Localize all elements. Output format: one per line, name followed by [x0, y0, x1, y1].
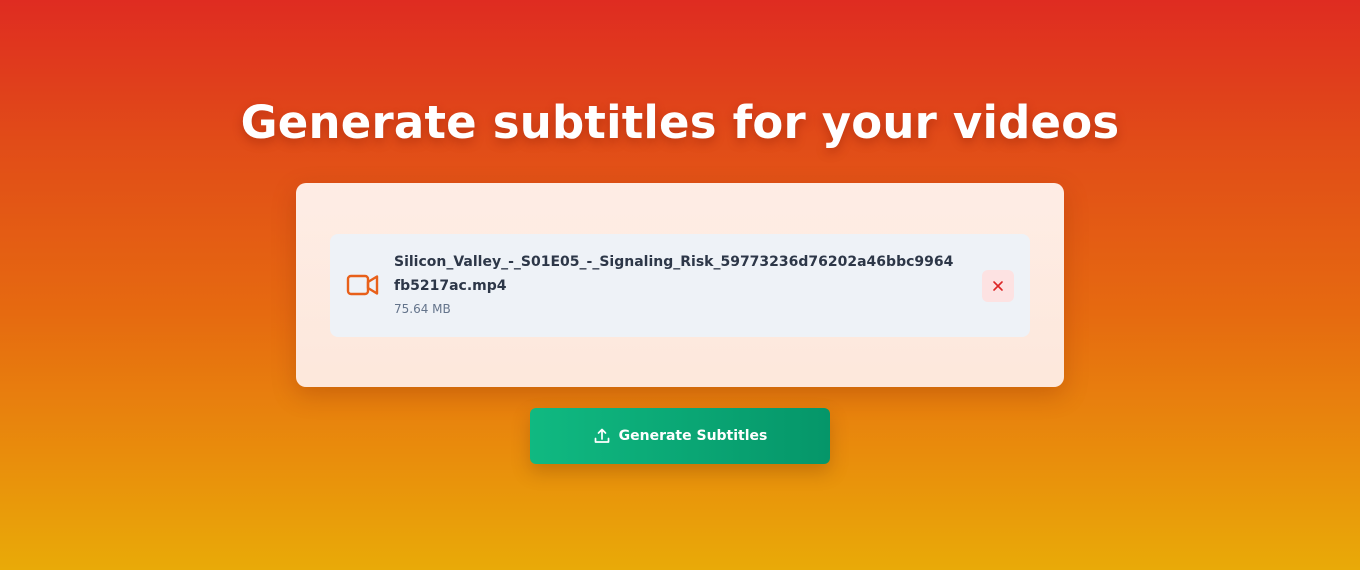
file-item: Silicon_Valley_-_S01E05_-_Signaling_Risk… [330, 234, 1030, 337]
generate-subtitles-button[interactable]: Generate Subtitles [530, 408, 830, 464]
generate-button-label: Generate Subtitles [618, 428, 768, 444]
upload-panel: Silicon_Valley_-_S01E05_-_Signaling_Risk… [296, 183, 1064, 387]
remove-file-button[interactable] [982, 270, 1014, 302]
file-size: 75.64 MB [394, 302, 451, 316]
close-icon [992, 277, 1004, 296]
upload-icon [593, 427, 611, 445]
file-name: Silicon_Valley_-_S01E05_-_Signaling_Risk… [394, 254, 954, 294]
file-info: Silicon_Valley_-_S01E05_-_Signaling_Risk… [394, 250, 954, 316]
video-camera-icon [346, 272, 380, 298]
page-title: Generate subtitles for your videos [240, 96, 1120, 149]
